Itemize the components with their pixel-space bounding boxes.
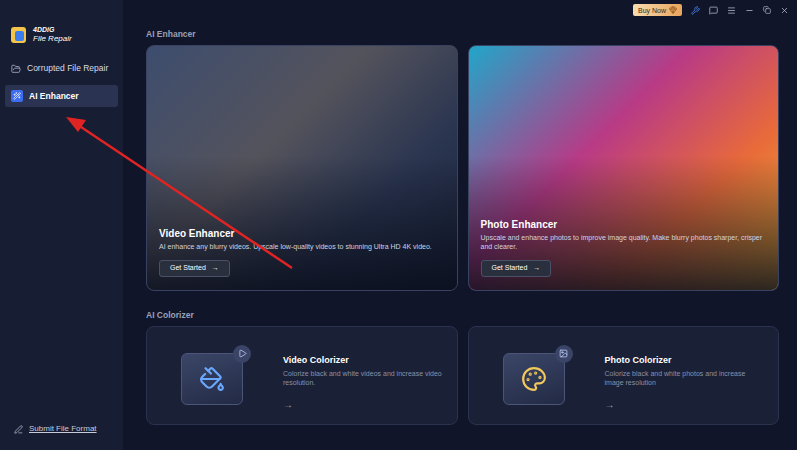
colorizer-illustration bbox=[171, 345, 255, 407]
menu-icon[interactable] bbox=[727, 6, 736, 15]
main-panel: Buy Now AI Enhancer Video Enhancer AI enhan… bbox=[123, 0, 797, 450]
colorizer-card[interactable]: Photo Colorizer Colorize black and white … bbox=[468, 326, 780, 425]
colorizer-card[interactable]: Video Colorizer Colorize black and white … bbox=[146, 326, 458, 425]
card-description: AI enhance any blurry videos. Upscale lo… bbox=[159, 242, 445, 251]
get-started-button[interactable]: Get Started→ bbox=[159, 260, 230, 277]
title-bar: Buy Now bbox=[146, 0, 793, 20]
buy-now-button[interactable]: Buy Now bbox=[633, 4, 682, 16]
close-icon[interactable] bbox=[780, 6, 789, 15]
card-description: Upscale and enhance photos to improve im… bbox=[481, 233, 767, 251]
enhancer-card[interactable]: Video Enhancer AI enhance any blurry vide… bbox=[146, 45, 458, 291]
paint-bucket-icon bbox=[199, 366, 225, 392]
app-logo: 4DDiGFile Repair bbox=[0, 0, 123, 58]
feedback-icon[interactable] bbox=[709, 6, 718, 15]
section: AI Enhancer Video Enhancer AI enhance any … bbox=[146, 28, 779, 291]
annotation-arrow-icon bbox=[0, 0, 797, 450]
colorizer-illustration bbox=[493, 345, 577, 407]
app-name: 4DDiG bbox=[33, 25, 72, 34]
app-subtitle: File Repair bbox=[33, 34, 72, 44]
sidebar: 4DDiGFile RepairCorrupted File RepairAI … bbox=[0, 0, 123, 450]
minimize-icon[interactable] bbox=[745, 6, 754, 15]
card-title: Video Colorizer bbox=[283, 354, 445, 366]
sidebar-item[interactable]: AI Enhancer bbox=[5, 85, 118, 107]
wrench-icon[interactable] bbox=[691, 6, 700, 15]
logo-icon bbox=[10, 26, 27, 44]
submit-file-format-link[interactable]: Submit File Format bbox=[0, 424, 123, 450]
play-icon bbox=[238, 349, 247, 358]
section: AI Colorizer Video Colorizer Colorize blac… bbox=[146, 309, 779, 425]
section-title: AI Colorizer bbox=[146, 309, 779, 321]
edit-icon bbox=[14, 425, 23, 434]
app-window: 4DDiGFile RepairCorrupted File RepairAI … bbox=[0, 0, 797, 450]
wand-icon bbox=[13, 92, 21, 100]
palette-icon bbox=[521, 366, 547, 392]
restore-icon[interactable] bbox=[763, 6, 771, 14]
get-started-button[interactable]: Get Started→ bbox=[481, 260, 552, 277]
card-arrow[interactable]: → bbox=[605, 399, 767, 411]
card-arrow[interactable]: → bbox=[283, 399, 445, 411]
diamond-icon bbox=[669, 6, 677, 14]
image-icon bbox=[559, 349, 568, 358]
enhancer-card[interactable]: Photo Enhancer Upscale and enhance photos… bbox=[468, 45, 780, 291]
card-description: Colorize black and white videos and incr… bbox=[283, 369, 445, 387]
folder-icon bbox=[11, 64, 21, 74]
card-description: Colorize black and white photos and incr… bbox=[605, 369, 767, 387]
card-title: Photo Colorizer bbox=[605, 354, 767, 366]
section-title: AI Enhancer bbox=[146, 28, 779, 40]
card-title: Photo Enhancer bbox=[481, 218, 767, 231]
sidebar-item[interactable]: Corrupted File Repair bbox=[5, 58, 118, 79]
card-title: Video Enhancer bbox=[159, 227, 445, 240]
